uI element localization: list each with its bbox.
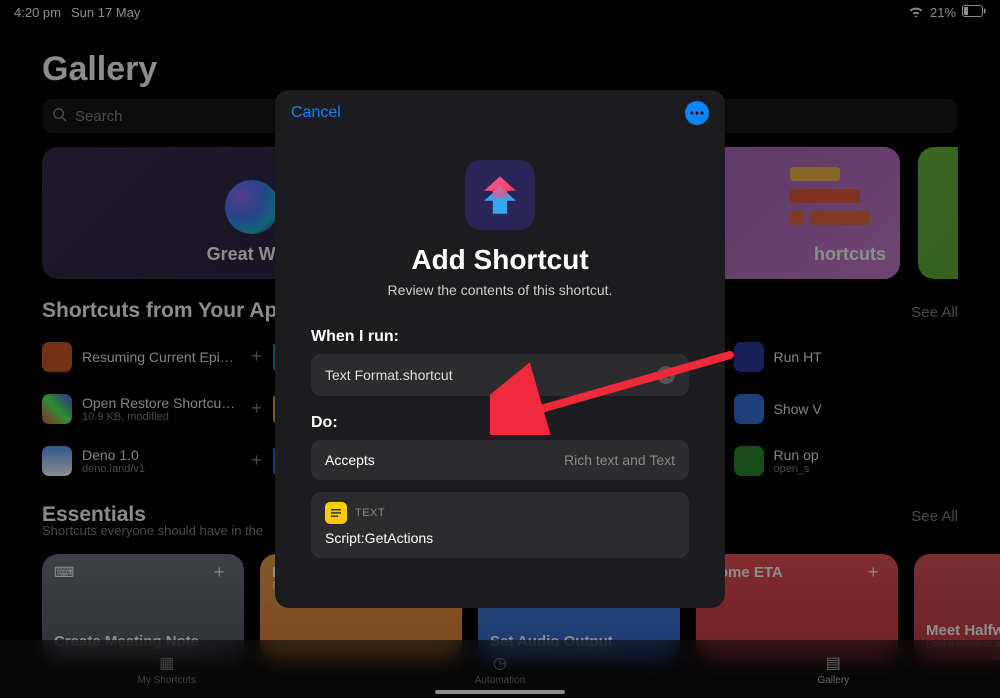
do-label: Do: — [311, 414, 338, 432]
add-shortcut-modal: Cancel Add Shortcut Review the contents … — [275, 90, 725, 608]
modal-title: Add Shortcut — [411, 244, 588, 276]
accepts-row[interactable]: Accepts Rich text and Text — [311, 440, 689, 480]
text-badge-icon — [325, 502, 347, 524]
more-button[interactable] — [685, 101, 709, 125]
shortcuts-app-icon — [465, 160, 535, 230]
accepts-value: Rich text and Text — [564, 452, 675, 468]
cancel-button[interactable]: Cancel — [291, 104, 341, 122]
shortcut-name-field[interactable]: Text Format.shortcut ✕ — [311, 354, 689, 396]
clear-icon[interactable]: ✕ — [657, 366, 675, 384]
when-i-run-label: When I run: — [311, 328, 399, 346]
text-action-block[interactable]: TEXT Script:GetActions — [311, 492, 689, 558]
shortcut-name-value: Text Format.shortcut — [325, 367, 453, 383]
text-label: TEXT — [355, 507, 385, 519]
modal-subtitle: Review the contents of this shortcut. — [388, 282, 613, 298]
text-content: Script:GetActions — [325, 530, 675, 546]
accepts-label: Accepts — [325, 452, 375, 468]
